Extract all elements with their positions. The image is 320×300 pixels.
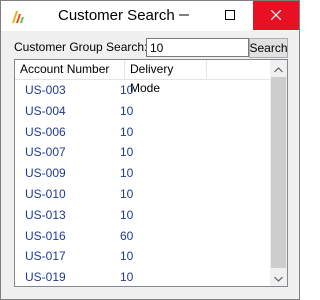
delivery-mode-cell: 60	[120, 228, 134, 243]
scroll-up-arrow-icon	[274, 62, 283, 76]
column-header-account-number[interactable]: Account Number	[15, 60, 125, 80]
table-row[interactable]: US-010 10	[15, 184, 270, 205]
account-number-cell: US-004	[25, 103, 66, 118]
table-row[interactable]: US-003 10	[15, 80, 270, 101]
minimize-button[interactable]	[161, 1, 207, 30]
vertical-scrollbar[interactable]	[270, 60, 287, 286]
delivery-mode-cell: 10	[120, 124, 134, 139]
table-row[interactable]: US-006 10	[15, 122, 270, 143]
app-logo-icon	[10, 8, 26, 24]
scroll-down-arrow-icon	[274, 271, 283, 285]
account-number-cell: US-016	[25, 228, 66, 243]
account-number-cell: US-019	[25, 270, 66, 285]
account-number-cell: US-010	[25, 186, 66, 201]
table-row[interactable]: US-019 10	[15, 267, 270, 286]
delivery-mode-cell: 10	[120, 83, 134, 97]
account-number-cell: US-003	[25, 83, 66, 97]
maximize-button[interactable]	[207, 1, 253, 30]
column-header-delivery-mode[interactable]: Delivery Mode	[125, 60, 207, 95]
table-row[interactable]: US-007 10	[15, 142, 270, 163]
list-header: Account Number Delivery Mode	[15, 60, 270, 95]
delivery-mode-cell: 10	[120, 207, 134, 222]
maximize-icon	[225, 9, 235, 23]
search-button[interactable]: Search	[249, 38, 288, 58]
table-row[interactable]: US-013 10	[15, 205, 270, 226]
delivery-mode-cell: 10	[120, 103, 134, 118]
delivery-mode-cell: 10	[120, 249, 134, 264]
delivery-mode-cell: 10	[120, 145, 134, 160]
scroll-down-button[interactable]	[270, 269, 287, 286]
list-rows: US-003 10 US-004 10 US-006 10 US-007 10 US-0…	[15, 80, 270, 286]
account-number-cell: US-009	[25, 166, 66, 181]
delivery-mode-cell: 10	[120, 270, 134, 285]
table-row[interactable]: US-004 10	[15, 101, 270, 122]
account-number-cell: US-013	[25, 207, 66, 222]
account-number-cell: US-006	[25, 124, 66, 139]
table-row[interactable]: US-017 10	[15, 246, 270, 267]
customer-list[interactable]: Account Number Delivery Mode US-003 10 US…	[14, 59, 288, 287]
customer-group-search-input[interactable]	[146, 38, 249, 57]
table-row[interactable]: US-009 10	[15, 163, 270, 184]
window-title: Customer Search	[58, 7, 175, 24]
customer-search-window: Customer Search Customer Group Search: S…	[0, 0, 300, 300]
minimize-icon	[179, 9, 189, 23]
delivery-mode-cell: 10	[120, 166, 134, 181]
close-icon	[270, 9, 282, 23]
customer-group-search-label: Customer Group Search:	[14, 40, 148, 54]
scroll-up-button[interactable]	[270, 60, 287, 77]
account-number-cell: US-007	[25, 145, 66, 160]
table-row[interactable]: US-016 60	[15, 226, 270, 247]
account-number-cell: US-017	[25, 249, 66, 264]
close-button[interactable]	[253, 1, 299, 30]
scrollbar-thumb[interactable]	[271, 77, 286, 268]
delivery-mode-cell: 10	[120, 186, 134, 201]
title-bar[interactable]: Customer Search	[1, 1, 299, 31]
